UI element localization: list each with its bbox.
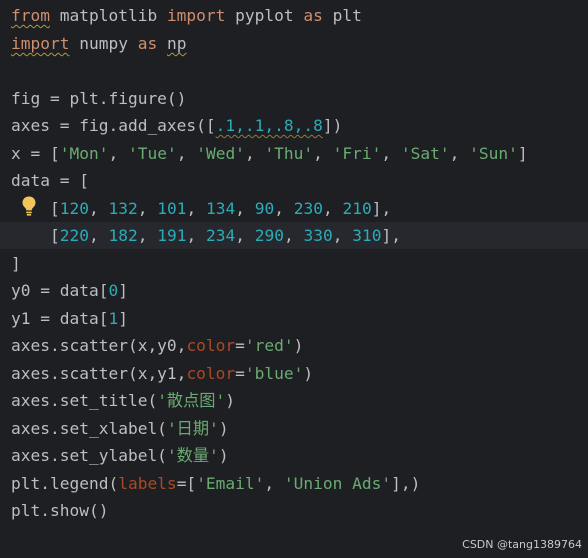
code-text: = [235, 336, 245, 355]
string-literal: 'Fri' [332, 144, 382, 163]
code-text: ) [218, 446, 229, 465]
module-name: numpy [69, 34, 138, 53]
number-literal: 120 [59, 199, 89, 218]
code-line-14[interactable]: axes.scatter(x,y1,color='blue') [11, 360, 313, 387]
code-text: fig = plt.figure() [11, 89, 187, 108]
code-text: , [264, 474, 284, 493]
code-line-10[interactable]: ] [11, 250, 21, 277]
number-literal: 134 [205, 199, 236, 218]
number-literal: 101 [157, 199, 187, 218]
keyword-import: import [166, 6, 226, 25]
code-text: =[ [176, 474, 197, 493]
code-line-1[interactable]: from matplotlib import pyplot as plt [11, 2, 362, 29]
number-literal: 90 [254, 199, 275, 218]
code-line-8[interactable]: [120, 132, 101, 134, 90, 230, 210], [11, 195, 391, 222]
code-text: data = [ [11, 171, 89, 190]
string-literal: 'Mon' [59, 144, 109, 163]
keyword-import: import [11, 34, 70, 53]
code-text: ] [118, 309, 128, 328]
code-line-9[interactable]: [220, 182, 191, 234, 290, 330, 310], [0, 222, 588, 249]
number-literal: 290 [254, 226, 284, 245]
code-line-5[interactable]: axes = fig.add_axes([.1,.1,.8,.8]) [11, 112, 342, 139]
keyword-argument: color [186, 336, 236, 355]
code-text: plt.legend( [11, 474, 119, 493]
code-text: ) [225, 391, 235, 410]
code-text: [ [11, 199, 60, 218]
code-text: axes.set_xlabel( [11, 419, 167, 438]
number-literal: 220 [59, 226, 89, 245]
keyword-as: as [137, 34, 158, 53]
number-literal: 132 [108, 199, 138, 218]
code-text: ) [293, 336, 304, 355]
number-literal: 234 [205, 226, 236, 245]
string-literal: '日期' [166, 419, 219, 438]
code-text: x = [ [11, 144, 60, 163]
code-text: plt.show() [11, 501, 109, 520]
number-literal: 230 [293, 199, 323, 218]
watermark: CSDN @tang1389764 [462, 538, 582, 551]
code-text: axes.scatter(x,y1, [11, 364, 187, 383]
string-literal: 'Sat' [400, 144, 450, 163]
number-literal: 210 [342, 199, 372, 218]
code-text: ],) [391, 474, 421, 493]
code-line-19[interactable]: plt.show() [11, 497, 108, 524]
code-text: ] [118, 281, 128, 300]
code-text: [ [11, 226, 60, 245]
string-literal: 'Email' [196, 474, 265, 493]
string-literal: 'Union Ads' [283, 474, 392, 493]
import-alias: plt [322, 6, 362, 25]
code-line-13[interactable]: axes.scatter(x,y0,color='red') [11, 332, 303, 359]
code-editor[interactable]: from matplotlib import pyplot as plt imp… [0, 0, 588, 558]
module-name: matplotlib [49, 6, 167, 25]
code-text: axes = fig.add_axes([ [11, 116, 216, 135]
number-literal: 1 [108, 309, 119, 328]
code-text: ) [303, 364, 314, 383]
string-literal: 'red' [244, 336, 294, 355]
import-name: pyplot [225, 6, 304, 25]
code-line-11[interactable]: y0 = data[0] [11, 277, 128, 304]
code-line-4[interactable]: fig = plt.figure() [11, 85, 186, 112]
code-line-7[interactable]: data = [ [11, 167, 89, 194]
code-text: ] [11, 254, 21, 273]
keyword-argument: color [186, 364, 236, 383]
code-line-16[interactable]: axes.set_xlabel('日期') [11, 415, 229, 442]
number-literal: 182 [108, 226, 138, 245]
import-alias: np [166, 34, 187, 53]
keyword-from: from [11, 6, 50, 25]
code-text: ) [218, 419, 229, 438]
axes-args: .1,.1,.8,.8 [215, 116, 323, 135]
code-line-18[interactable]: plt.legend(labels=['Email', 'Union Ads']… [11, 470, 420, 497]
string-literal: 'Thu' [264, 144, 314, 163]
code-text: ]) [322, 116, 343, 135]
code-line-17[interactable]: axes.set_ylabel('数量') [11, 442, 229, 469]
code-line-6[interactable]: x = ['Mon', 'Tue', 'Wed', 'Thu', 'Fri', … [11, 140, 528, 167]
number-literal: 310 [352, 226, 382, 245]
string-literal: '数量' [166, 446, 219, 465]
string-literal: 'Tue' [127, 144, 177, 163]
number-literal: 330 [303, 226, 333, 245]
code-text: axes.set_ylabel( [11, 446, 167, 465]
code-line-12[interactable]: y1 = data[1] [11, 305, 128, 332]
code-line-15[interactable]: axes.set_title('散点图') [11, 387, 235, 414]
string-literal: 'blue' [244, 364, 304, 383]
code-text: axes.scatter(x,y0, [11, 336, 187, 355]
keyword-as: as [303, 6, 323, 25]
code-line-2[interactable]: import numpy as np [11, 30, 186, 57]
string-literal: '散点图' [157, 391, 226, 410]
code-text: y1 = data[ [11, 309, 109, 328]
code-text: axes.set_title( [11, 391, 158, 410]
keyword-argument: labels [118, 474, 177, 493]
code-text: ], [371, 199, 392, 218]
code-text: ] [517, 144, 528, 163]
code-text: ], [381, 226, 401, 245]
number-literal: 191 [157, 226, 187, 245]
string-literal: 'Wed' [196, 144, 245, 163]
code-text: = [235, 364, 245, 383]
string-literal: 'Sun' [469, 144, 518, 163]
number-literal: 0 [108, 281, 119, 300]
code-text: y0 = data[ [11, 281, 109, 300]
